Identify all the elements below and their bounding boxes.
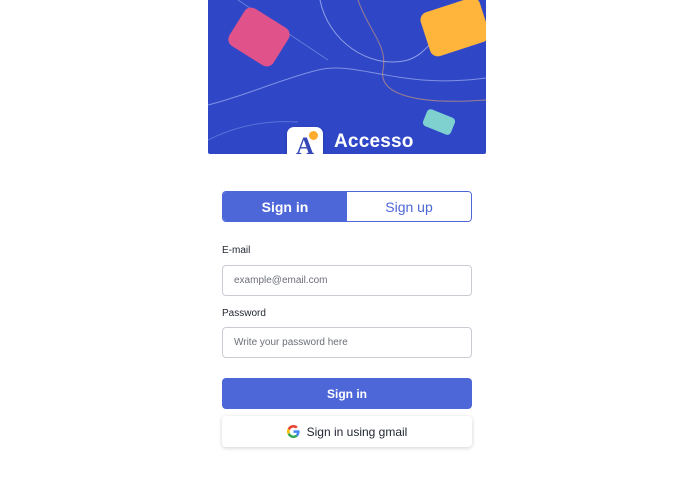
logo-dot [309,131,318,140]
tab-sign-up[interactable]: Sign up [347,192,471,221]
email-input[interactable] [222,265,472,296]
app-logo: A [287,127,323,154]
google-icon [286,425,300,438]
brand-name: Accesso [334,131,414,152]
auth-tabs: Sign in Sign up [222,191,472,222]
google-sign-in-button[interactable]: Sign in using gmail [222,416,472,447]
hero-banner: A Accesso [208,0,486,154]
password-input[interactable] [222,327,472,358]
sign-in-button[interactable]: Sign in [222,378,472,409]
password-label: Password [222,308,266,319]
email-label: E-mail [222,245,251,256]
tab-sign-in[interactable]: Sign in [223,192,347,221]
google-sign-in-label: Sign in using gmail [306,424,408,439]
